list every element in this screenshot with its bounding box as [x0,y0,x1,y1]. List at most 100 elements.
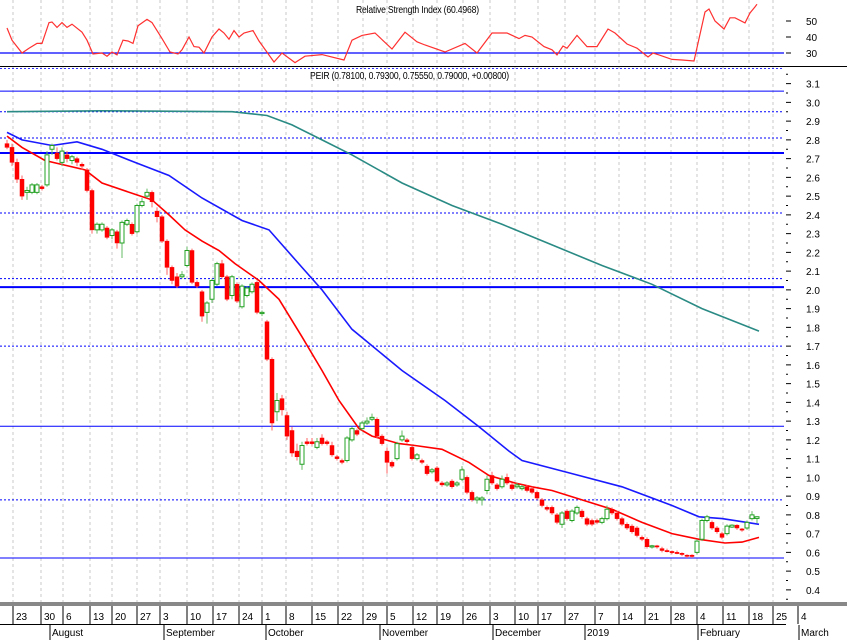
candle-body [704,516,710,521]
candle-up [474,496,480,504]
candle-body [174,276,180,287]
candle-body [604,508,610,520]
grid-lines [12,0,774,603]
candle-down [164,239,170,275]
price-tick-label: 1.2 [806,436,820,447]
candle-down [504,473,510,485]
rsi-panel-title: Relative Strength Index (60.4968) [356,5,479,16]
candle-down [464,475,470,495]
candle-up [599,516,605,525]
candle-down [149,190,155,208]
candle-down [714,526,720,534]
candle-down [114,229,120,249]
candle-down [489,471,495,485]
candle-body [584,518,590,525]
candle-up [574,505,580,515]
candle-body [264,321,270,360]
candle-down [739,528,745,532]
candle-body [274,400,280,413]
month-label: December [495,628,542,639]
rsi-tick-label: 30 [806,49,818,60]
candle-body [699,520,705,540]
candle-body [99,223,105,231]
date-tick-label: 18 [752,612,764,623]
candle-up [519,484,525,491]
date-tick-label: 7 [598,612,604,623]
candle-body [279,398,285,411]
candle-body [714,527,720,532]
candle-body [569,510,575,521]
candle-body [54,152,60,159]
date-tick-label: 17 [216,612,228,623]
date-tick-label: 11 [726,612,737,623]
candle-body [64,154,70,159]
candle-body [294,450,300,457]
candle-body [324,441,330,444]
candle-up [749,511,755,521]
date-tick-label: 27 [568,612,580,623]
candle-down [304,438,310,446]
candle-body [29,184,35,193]
candle-body [269,359,275,424]
candle-body [514,484,520,488]
candle-body [649,545,655,548]
candle-body [589,520,595,525]
candle-body [394,443,400,460]
candle-down [564,509,570,521]
stock-chart: 50 40 30 3.1 3.0 2.9 2.8 2.7 2.6 2.5 2.4 2.3 2.2 2.1 2… [0,0,847,640]
date-tick-label: 4 [801,612,807,623]
price-tick-label: 2.9 [806,117,820,128]
candle-body [109,229,115,236]
candle-down [674,550,680,555]
price-tick-label: 3.0 [806,98,820,109]
candle-body [499,478,505,488]
candle-body [439,482,445,486]
candle-up [359,421,365,431]
candle-down [529,486,535,495]
candle-body [539,499,545,506]
candle-body [9,147,15,163]
candle-body [204,302,210,313]
candle-body [684,554,690,557]
candle-up [349,426,355,442]
candle-up [239,284,245,309]
candle-body [379,435,385,444]
candle-body [224,276,230,300]
candle-down [189,248,195,285]
candle-up [429,468,435,474]
candle-up [744,520,750,530]
candle-up [99,222,105,232]
candle-body [289,430,295,454]
candle-up [134,203,140,234]
candle-body [199,291,205,317]
candle-down [54,147,60,161]
candle-up [454,481,460,487]
date-tick-label: 12 [416,612,428,623]
candle-body [219,263,225,277]
candle-down [89,188,95,234]
date-tick-label: 10 [518,612,530,623]
candle-down [664,548,670,553]
candle-body [744,521,750,529]
candle-down [659,546,665,553]
candle-down [419,458,425,465]
candle-down [4,139,10,150]
candle-body [169,267,175,281]
candle-body [164,240,170,268]
price-tick-label: 1.6 [806,361,820,372]
candle-body [474,497,480,501]
date-tick-label: 28 [674,612,686,623]
candle-body [504,477,510,484]
candle-body [74,158,80,163]
candle-body [524,486,530,491]
candle-body [194,282,200,287]
candle-body [4,143,10,148]
candle-down [689,554,695,558]
candle-down [584,516,590,527]
candle-down [469,490,475,502]
candle-body [184,250,190,266]
price-tick-label: 2.7 [806,155,820,166]
long-ma-line [6,109,760,332]
candle-body [494,484,500,489]
date-tick-label: 23 [16,612,28,623]
